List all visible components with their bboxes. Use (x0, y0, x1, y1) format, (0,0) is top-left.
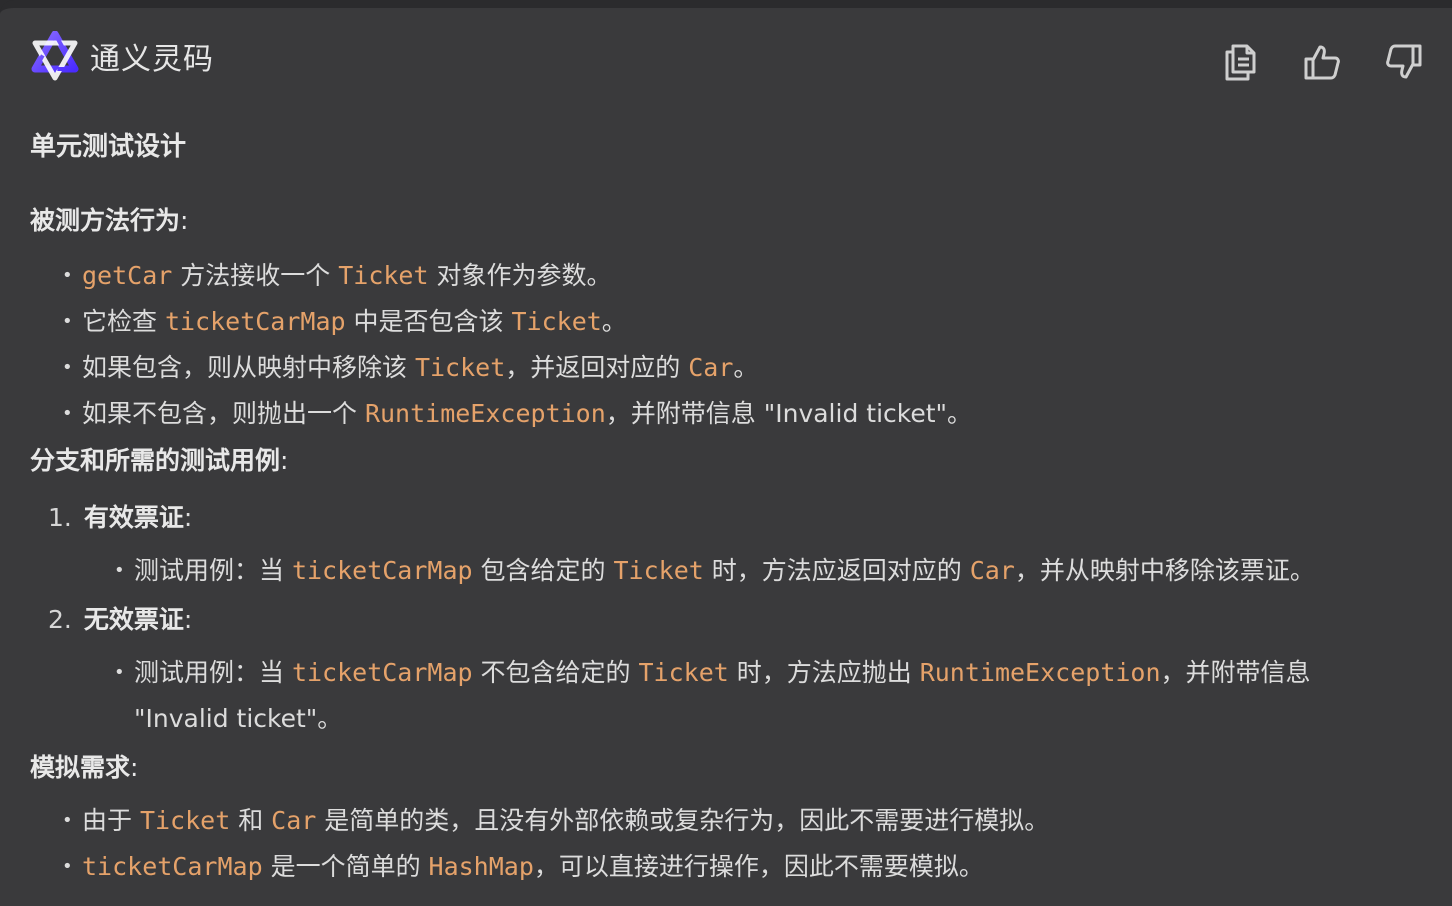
case-1-heading: 1. 有效票证: (48, 503, 193, 532)
copy-button[interactable] (1214, 36, 1266, 88)
mock-list: 由于 Ticket 和 Car 是简单的类，且没有外部依赖或复杂行为，因此不需要… (62, 798, 1049, 890)
list-item: 如果不包含，则抛出一个 RuntimeException，并附带信息 "Inva… (62, 391, 972, 437)
inline-code: getCar (82, 261, 173, 290)
list-item: 如果包含，则从映射中移除该 Ticket，并返回对应的 Car。 (62, 345, 972, 391)
case-detail-item: 测试用例：当 ticketCarMap 包含给定的 Ticket 时，方法应返回… (114, 548, 1374, 594)
text-run: 由于 (82, 806, 140, 835)
inline-code: ticketCarMap (164, 307, 346, 336)
text-run: ，并返回对应的 (505, 353, 689, 382)
case-2-heading: 2. 无效票证: (48, 605, 193, 634)
inline-code: HashMap (428, 852, 534, 881)
inline-code: Ticket (638, 658, 729, 687)
case-detail-item: 测试用例：当 ticketCarMap 不包含给定的 Ticket 时，方法应抛… (114, 650, 1374, 742)
text-run: 时，方法应抛出 (728, 658, 920, 687)
text-run: 如果包含，则从映射中移除该 (82, 353, 415, 382)
inline-code: ticketCarMap (82, 852, 263, 881)
inline-code: Ticket (338, 261, 429, 290)
copy-icon (1225, 44, 1256, 81)
case-1-detail: 测试用例：当 ticketCarMap 包含给定的 Ticket 时，方法应返回… (114, 548, 1374, 594)
inline-code: RuntimeException (364, 399, 606, 428)
thumbs-up-icon (1304, 45, 1340, 80)
text-run: 时，方法应返回对应的 (703, 556, 970, 585)
text-run: 测试用例：当 (134, 556, 292, 585)
thumbs-down-icon (1386, 44, 1422, 79)
text-run: 如果不包含，则抛出一个 (82, 399, 365, 428)
dislike-button[interactable] (1378, 36, 1430, 88)
inline-code: Ticket (511, 307, 602, 336)
text-run: 。 (733, 353, 759, 382)
list-item: ticketCarMap 是一个简单的 HashMap，可以直接进行操作，因此不… (62, 844, 1049, 890)
chat-panel: 通义灵码 单元测试设计 被测方法行为: • getCar 方法接收一个 Tick… (0, 0, 1452, 906)
text-run: ，可以直接进行操作，因此不需要模拟。 (533, 852, 984, 881)
mock-heading: 模拟需求: (30, 753, 139, 782)
inline-code: Car (688, 353, 734, 382)
text-run: 不包含给定的 (472, 658, 639, 687)
text-run: 方法接收一个 (172, 261, 339, 290)
section-title: 单元测试设计 (30, 132, 187, 162)
text-run: 是简单的类，且没有外部依赖或复杂行为，因此不需要进行模拟。 (316, 806, 1050, 835)
branches-heading: 分支和所需的测试用例: (30, 446, 289, 475)
text-run: 包含给定的 (472, 556, 614, 585)
tongyi-logo-icon (31, 31, 79, 81)
list-item: 由于 Ticket 和 Car 是简单的类，且没有外部依赖或复杂行为，因此不需要… (62, 798, 1049, 844)
text-run: 。 (601, 307, 627, 336)
list-item: getCar 方法接收一个 Ticket 对象作为参数。 (62, 253, 972, 299)
text-run: 它检查 (82, 307, 165, 336)
inline-code: Car (271, 806, 317, 835)
behavior-list: getCar 方法接收一个 Ticket 对象作为参数。它检查 ticketCa… (62, 253, 972, 437)
message-actions (1214, 36, 1430, 88)
behavior-heading: 被测方法行为: (30, 206, 189, 235)
list-item: 它检查 ticketCarMap 中是否包含该 Ticket。 (62, 299, 972, 345)
like-button[interactable] (1296, 36, 1348, 88)
text-run: 中是否包含该 (345, 307, 512, 336)
text-run: 是一个简单的 (262, 852, 429, 881)
app-title: 通义灵码 (90, 42, 214, 77)
text-run: 测试用例：当 (134, 658, 292, 687)
text-run: 对象作为参数。 (428, 261, 612, 290)
case-2-detail: 测试用例：当 ticketCarMap 不包含给定的 Ticket 时，方法应抛… (114, 650, 1374, 742)
text-run: 和 (230, 806, 272, 835)
inline-code: Ticket (613, 556, 704, 585)
inline-code: Ticket (139, 806, 231, 835)
inline-code: ticketCarMap (291, 658, 473, 687)
inline-code: Ticket (414, 353, 506, 382)
text-run: ，并从映射中移除该票证。 (1014, 556, 1315, 585)
inline-code: Car (969, 556, 1015, 585)
inline-code: ticketCarMap (291, 556, 473, 585)
header: 通义灵码 (30, 26, 214, 86)
text-run: ，并附带信息 "Invalid ticket"。 (605, 399, 973, 428)
inline-code: RuntimeException (919, 658, 1161, 687)
